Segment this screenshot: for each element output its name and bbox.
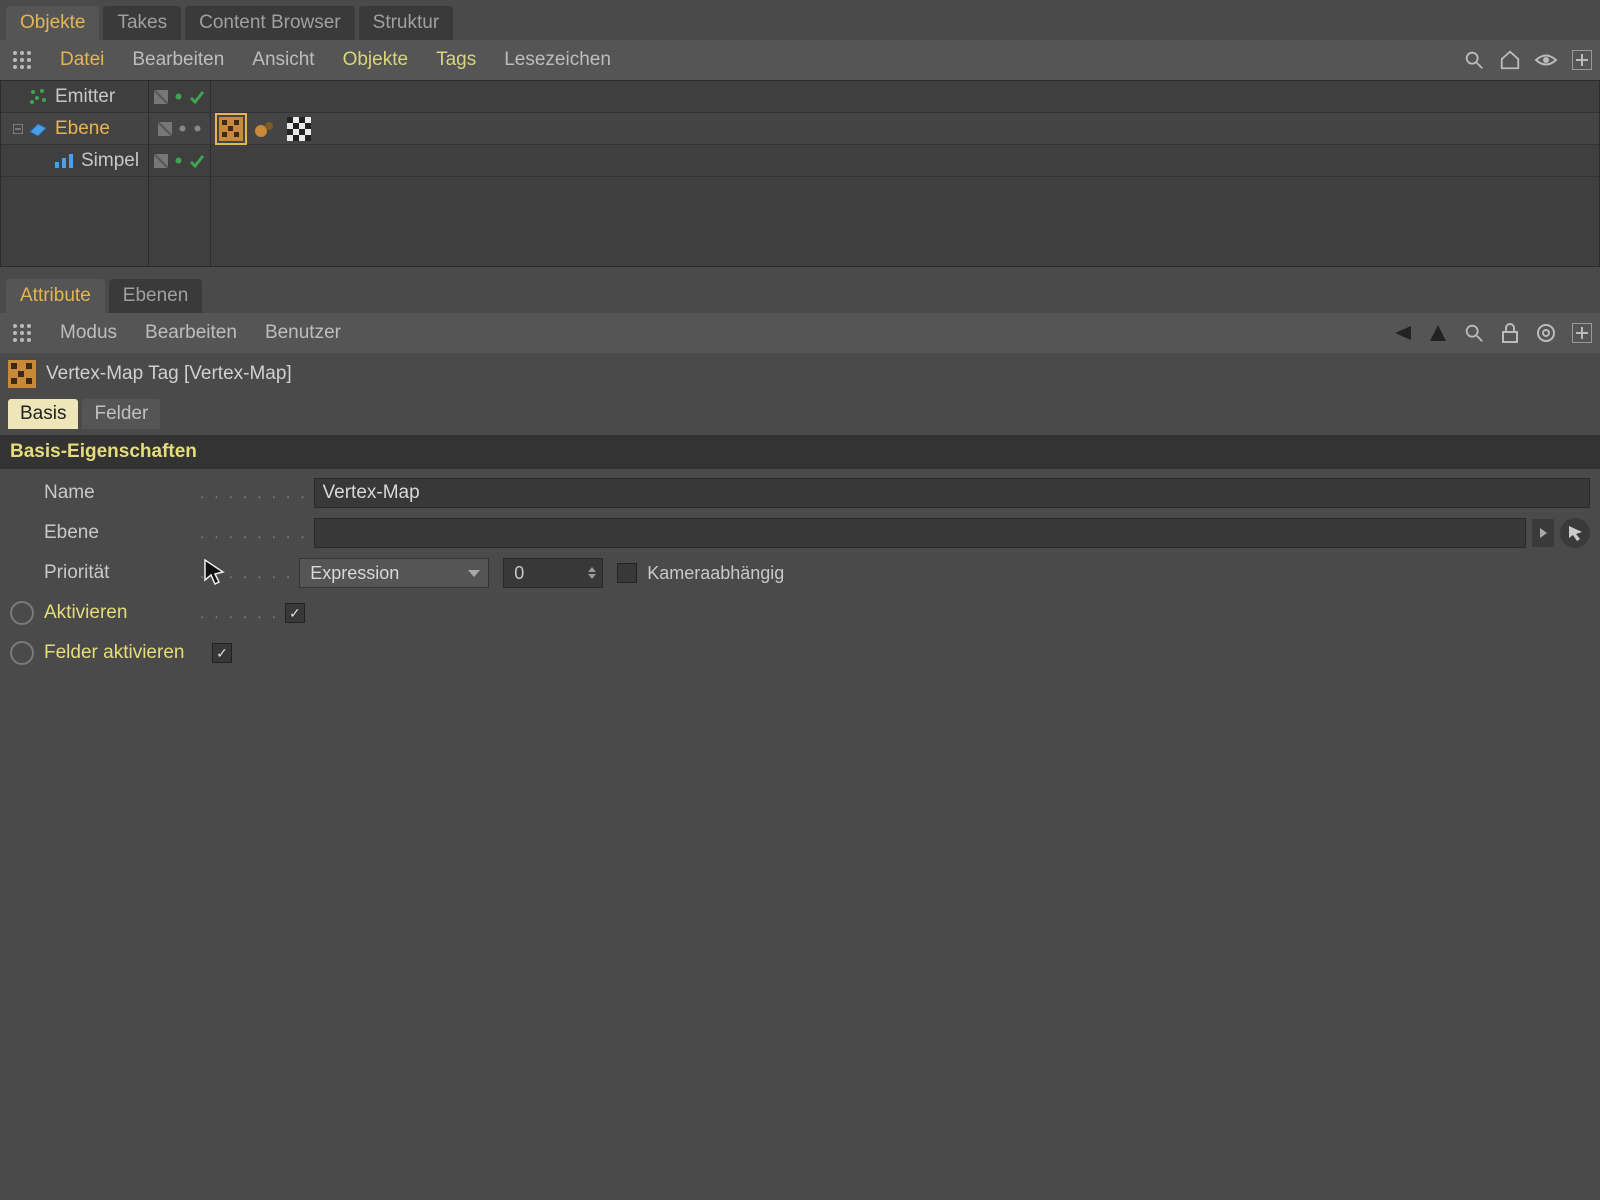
spinner-arrows-icon[interactable] bbox=[588, 567, 596, 579]
prioritaet-dropdown[interactable]: Expression bbox=[299, 558, 489, 588]
label-dots: . . . . . . . . bbox=[200, 525, 308, 542]
tag-header-label: Vertex-Map Tag [Vertex-Map] bbox=[46, 363, 292, 385]
object-label: Simpel bbox=[81, 150, 139, 172]
home-icon[interactable] bbox=[1496, 46, 1524, 74]
keyframe-dot[interactable] bbox=[10, 601, 34, 625]
add-icon[interactable] bbox=[1568, 319, 1596, 347]
felder-aktivieren-checkbox[interactable] bbox=[212, 643, 232, 663]
object-row-simpel[interactable]: Simpel bbox=[1, 145, 1599, 177]
chevron-down-icon bbox=[468, 570, 480, 577]
prop-name: Name . . . . . . . . bbox=[10, 477, 1590, 509]
vertex-map-tag-icon bbox=[8, 360, 36, 388]
keyframe-dot[interactable] bbox=[10, 641, 34, 665]
tag-mograph[interactable] bbox=[251, 115, 279, 143]
object-row-emitter[interactable]: Emitter bbox=[1, 81, 1599, 113]
object-state-emitter[interactable] bbox=[149, 81, 211, 112]
objects-menubar: Datei Bearbeiten Ansicht Objekte Tags Le… bbox=[0, 40, 1600, 80]
menu-tags[interactable]: Tags bbox=[422, 49, 490, 71]
prioritaet-dropdown-value: Expression bbox=[310, 563, 399, 584]
menu-benutzer[interactable]: Benutzer bbox=[251, 322, 355, 344]
kameraabhaengig-label: Kameraabhängig bbox=[647, 563, 784, 584]
eye-icon[interactable] bbox=[1532, 46, 1560, 74]
name-field[interactable] bbox=[314, 478, 1590, 508]
tab-objekte[interactable]: Objekte bbox=[6, 6, 99, 40]
prop-felder-aktivieren-label: Felder aktivieren bbox=[44, 642, 194, 664]
menu-datei[interactable]: Datei bbox=[46, 49, 118, 71]
target-icon[interactable] bbox=[1532, 319, 1560, 347]
tag-header: Vertex-Map Tag [Vertex-Map] bbox=[0, 353, 1600, 395]
prop-aktivieren-label: Aktivieren bbox=[44, 602, 194, 624]
menu-bearbeiten[interactable]: Bearbeiten bbox=[131, 322, 251, 344]
menu-objekte[interactable]: Objekte bbox=[329, 49, 422, 71]
label-dots: . . . . . . . bbox=[200, 565, 293, 582]
label-dots: . . . . . . bbox=[200, 605, 279, 622]
collapse-icon[interactable] bbox=[13, 124, 23, 134]
prop-name-label: Name bbox=[44, 482, 194, 504]
add-icon[interactable] bbox=[1568, 46, 1596, 74]
nav-up-icon[interactable] bbox=[1424, 319, 1452, 347]
object-state-simpel[interactable] bbox=[149, 145, 211, 176]
menu-ansicht[interactable]: Ansicht bbox=[238, 49, 328, 71]
tag-compositing[interactable] bbox=[285, 115, 313, 143]
attribute-panel-tabs: Attribute Ebenen bbox=[0, 273, 1600, 313]
attribute-menubar: Modus Bearbeiten Benutzer bbox=[0, 313, 1600, 353]
section-basis-eigenschaften: Basis-Eigenschaften bbox=[0, 435, 1600, 469]
attribute-subtabs: Basis Felder bbox=[0, 395, 1600, 429]
object-label: Ebene bbox=[55, 118, 110, 140]
prop-prioritaet: Priorität . . . . . . . Expression 0 Kam… bbox=[10, 557, 1590, 589]
ebene-link-icon[interactable] bbox=[1532, 519, 1554, 547]
properties-area: Name . . . . . . . . Ebene . . . . . . .… bbox=[0, 469, 1600, 677]
plane-icon bbox=[27, 118, 49, 140]
object-state-ebene[interactable] bbox=[149, 113, 211, 144]
tab-struktur[interactable]: Struktur bbox=[359, 6, 454, 40]
tab-ebenen[interactable]: Ebenen bbox=[109, 279, 203, 313]
prioritaet-value: 0 bbox=[514, 563, 524, 584]
nav-back-icon[interactable] bbox=[1388, 319, 1416, 347]
menu-lesezeichen[interactable]: Lesezeichen bbox=[490, 49, 625, 71]
aktivieren-checkbox[interactable] bbox=[285, 603, 305, 623]
tab-attribute[interactable]: Attribute bbox=[6, 279, 105, 313]
object-tree-empty bbox=[1, 177, 1599, 266]
subtab-basis[interactable]: Basis bbox=[8, 399, 78, 429]
object-row-ebene[interactable]: Ebene bbox=[1, 113, 1599, 145]
tab-content-browser[interactable]: Content Browser bbox=[185, 6, 355, 40]
kameraabhaengig-checkbox[interactable] bbox=[617, 563, 637, 583]
lock-icon[interactable] bbox=[1496, 319, 1524, 347]
subtab-felder[interactable]: Felder bbox=[82, 399, 160, 429]
menu-modus[interactable]: Modus bbox=[46, 322, 131, 344]
object-tree: Emitter Ebene bbox=[0, 80, 1600, 267]
objects-panel-tabs: Objekte Takes Content Browser Struktur bbox=[0, 0, 1600, 40]
prop-prioritaet-label: Priorität bbox=[44, 562, 194, 584]
prop-ebene-label: Ebene bbox=[44, 522, 194, 544]
attribute-panel: Attribute Ebenen Modus Bearbeiten Benutz… bbox=[0, 273, 1600, 677]
object-label: Emitter bbox=[55, 86, 115, 108]
panel-menu-icon[interactable] bbox=[8, 319, 36, 347]
label-dots: . . . . . . . . bbox=[200, 485, 308, 502]
ebene-pick-icon[interactable] bbox=[1560, 518, 1590, 548]
emitter-icon bbox=[27, 86, 49, 108]
prioritaet-value-stepper[interactable]: 0 bbox=[503, 558, 603, 588]
search-icon[interactable] bbox=[1460, 319, 1488, 347]
menu-bearbeiten[interactable]: Bearbeiten bbox=[118, 49, 238, 71]
tag-vertex-map[interactable] bbox=[217, 115, 245, 143]
effector-icon bbox=[53, 150, 75, 172]
prop-aktivieren: Aktivieren . . . . . . bbox=[10, 597, 1590, 629]
prop-felder-aktivieren: Felder aktivieren bbox=[10, 637, 1590, 669]
panel-menu-icon[interactable] bbox=[8, 46, 36, 74]
expand-icon[interactable] bbox=[13, 92, 23, 102]
search-icon[interactable] bbox=[1460, 46, 1488, 74]
ebene-field[interactable] bbox=[314, 518, 1526, 548]
tab-takes[interactable]: Takes bbox=[103, 6, 181, 40]
prop-ebene: Ebene . . . . . . . . bbox=[10, 517, 1590, 549]
